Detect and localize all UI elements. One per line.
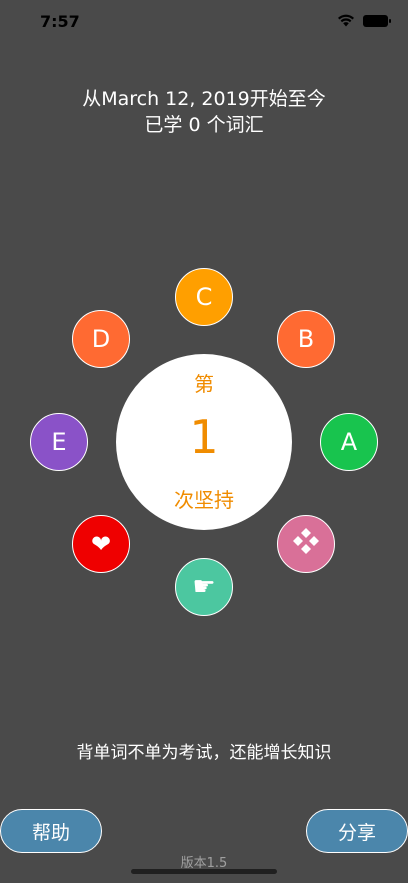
pointing-hand-button[interactable]: ☛ — [175, 558, 233, 616]
level-b-button[interactable]: B — [277, 310, 335, 368]
start-date-text: 从March 12, 2019开始至今 — [82, 88, 326, 110]
learning-summary: 从March 12, 2019开始至今 已学 0 个词汇 — [0, 86, 408, 138]
level-d-button[interactable]: D — [72, 310, 130, 368]
help-button[interactable]: 帮助 — [0, 809, 102, 853]
status-time: 7:57 — [40, 12, 80, 31]
heart-icon: ❤ — [90, 530, 112, 558]
grid-button[interactable] — [277, 515, 335, 573]
streak-suffix: 次坚持 — [174, 488, 234, 512]
wifi-icon — [337, 14, 355, 27]
level-c-button[interactable]: C — [175, 268, 233, 326]
streak-count: 1 — [189, 410, 219, 464]
streak-disc[interactable]: 第 1 次坚持 — [116, 354, 292, 530]
slogan-text: 背单词不单为考试，还能增长知识 — [76, 743, 332, 763]
status-bar: 7:57 — [0, 0, 408, 44]
battery-icon — [363, 14, 391, 27]
level-e-button[interactable]: E — [30, 413, 88, 471]
words-learned-text: 已学 0 个词汇 — [144, 114, 264, 136]
share-button[interactable]: 分享 — [306, 809, 408, 853]
home-indicator — [131, 869, 277, 874]
favorites-button[interactable]: ❤ — [72, 515, 130, 573]
pointing-hand-icon: ☛ — [192, 572, 216, 602]
level-a-button[interactable]: A — [320, 413, 378, 471]
streak-prefix: 第 — [194, 372, 214, 396]
diamond-grid-icon — [291, 526, 321, 562]
status-icons — [337, 14, 391, 27]
